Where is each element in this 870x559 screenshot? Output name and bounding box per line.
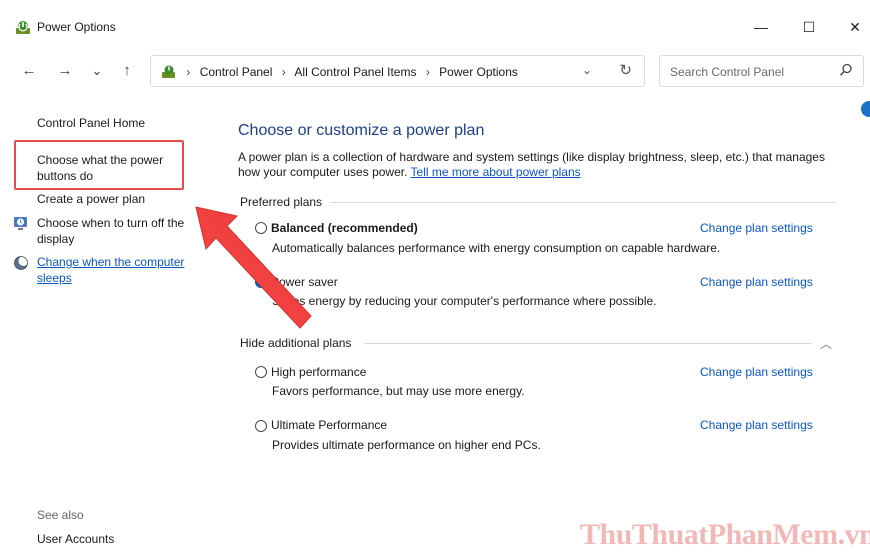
- plan-description-power-saver: Saves energy by reducing your computer's…: [272, 294, 657, 308]
- refresh-button[interactable]: ↻: [619, 61, 632, 79]
- see-also-heading: See also: [37, 508, 84, 522]
- plan-radio-balanced[interactable]: [255, 222, 267, 234]
- search-icon[interactable]: [839, 63, 853, 77]
- breadcrumb-separator: ›: [186, 65, 191, 79]
- change-plan-settings-high-performance[interactable]: Change plan settings: [700, 365, 813, 379]
- window-title: Power Options: [37, 20, 116, 34]
- plan-name-high-performance[interactable]: High performance: [271, 365, 366, 379]
- breadcrumb: › Control Panel › All Control Panel Item…: [161, 64, 518, 80]
- power-options-app-icon: [16, 21, 30, 34]
- plan-radio-ultimate-performance[interactable]: [255, 420, 267, 432]
- highlight-box: [14, 140, 184, 190]
- chevron-up-icon[interactable]: ︿: [820, 335, 832, 352]
- plan-name-balanced[interactable]: Balanced (recommended): [271, 221, 418, 235]
- search-box[interactable]: [659, 55, 864, 87]
- preferred-plans-divider: [330, 202, 835, 203]
- display-clock-icon: [14, 217, 27, 230]
- back-button[interactable]: ←: [18, 60, 40, 82]
- preferred-plans-heading: Preferred plans: [240, 195, 323, 209]
- sidebar-item-control-panel-home[interactable]: Control Panel Home: [37, 115, 145, 131]
- sidebar-item-turn-off-display[interactable]: Choose when to turn off the display: [37, 215, 189, 247]
- intro-paragraph: A power plan is a collection of hardware…: [238, 150, 848, 180]
- address-bar[interactable]: › Control Panel › All Control Panel Item…: [150, 55, 645, 87]
- plan-description-balanced: Automatically balances performance with …: [272, 241, 721, 255]
- breadcrumb-all-items[interactable]: All Control Panel Items: [294, 65, 416, 79]
- plan-description-ultimate-performance: Provides ultimate performance on higher …: [272, 438, 541, 452]
- sidebar-item-change-sleep[interactable]: Change when the computer sleeps: [37, 254, 197, 286]
- additional-plans-divider: [364, 343, 812, 344]
- breadcrumb-power-options[interactable]: Power Options: [439, 65, 518, 79]
- sidebar-item-create-plan[interactable]: Create a power plan: [37, 191, 145, 207]
- learn-more-link[interactable]: Tell me more about power plans: [411, 165, 581, 179]
- page-title: Choose or customize a power plan: [238, 122, 485, 139]
- plan-radio-high-performance[interactable]: [255, 366, 267, 378]
- sleep-moon-icon: [14, 256, 29, 270]
- breadcrumb-separator: ›: [425, 65, 430, 79]
- breadcrumb-separator: ›: [281, 65, 286, 79]
- breadcrumb-control-panel[interactable]: Control Panel: [200, 65, 273, 79]
- search-input[interactable]: [668, 62, 832, 82]
- minimize-button[interactable]: —: [746, 14, 776, 40]
- close-button[interactable]: ✕: [840, 14, 870, 40]
- forward-button[interactable]: →: [54, 60, 76, 82]
- change-plan-settings-balanced[interactable]: Change plan settings: [700, 221, 813, 235]
- up-button[interactable]: ↑: [116, 60, 138, 82]
- plan-description-high-performance: Favors performance, but may use more ene…: [272, 384, 525, 398]
- plan-name-power-saver[interactable]: Power saver: [271, 275, 338, 289]
- watermark-text: ThuThuatPhanMem.vn: [580, 518, 870, 551]
- change-plan-settings-ultimate-performance[interactable]: Change plan settings: [700, 418, 813, 432]
- plan-name-ultimate-performance[interactable]: Ultimate Performance: [271, 418, 387, 432]
- maximize-button[interactable]: ☐: [794, 14, 824, 40]
- hide-additional-plans-toggle[interactable]: Hide additional plans: [240, 336, 351, 350]
- plan-radio-power-saver[interactable]: [255, 276, 267, 288]
- control-panel-icon: [162, 65, 175, 78]
- address-dropdown-button[interactable]: ⌄: [582, 63, 592, 77]
- change-plan-settings-power-saver[interactable]: Change plan settings: [700, 275, 813, 289]
- recent-locations-button[interactable]: ⌄: [86, 60, 108, 82]
- title-bar: Power Options — ☐ ✕: [0, 0, 870, 50]
- user-accounts-link[interactable]: User Accounts: [37, 532, 114, 546]
- help-icon[interactable]: [861, 101, 870, 117]
